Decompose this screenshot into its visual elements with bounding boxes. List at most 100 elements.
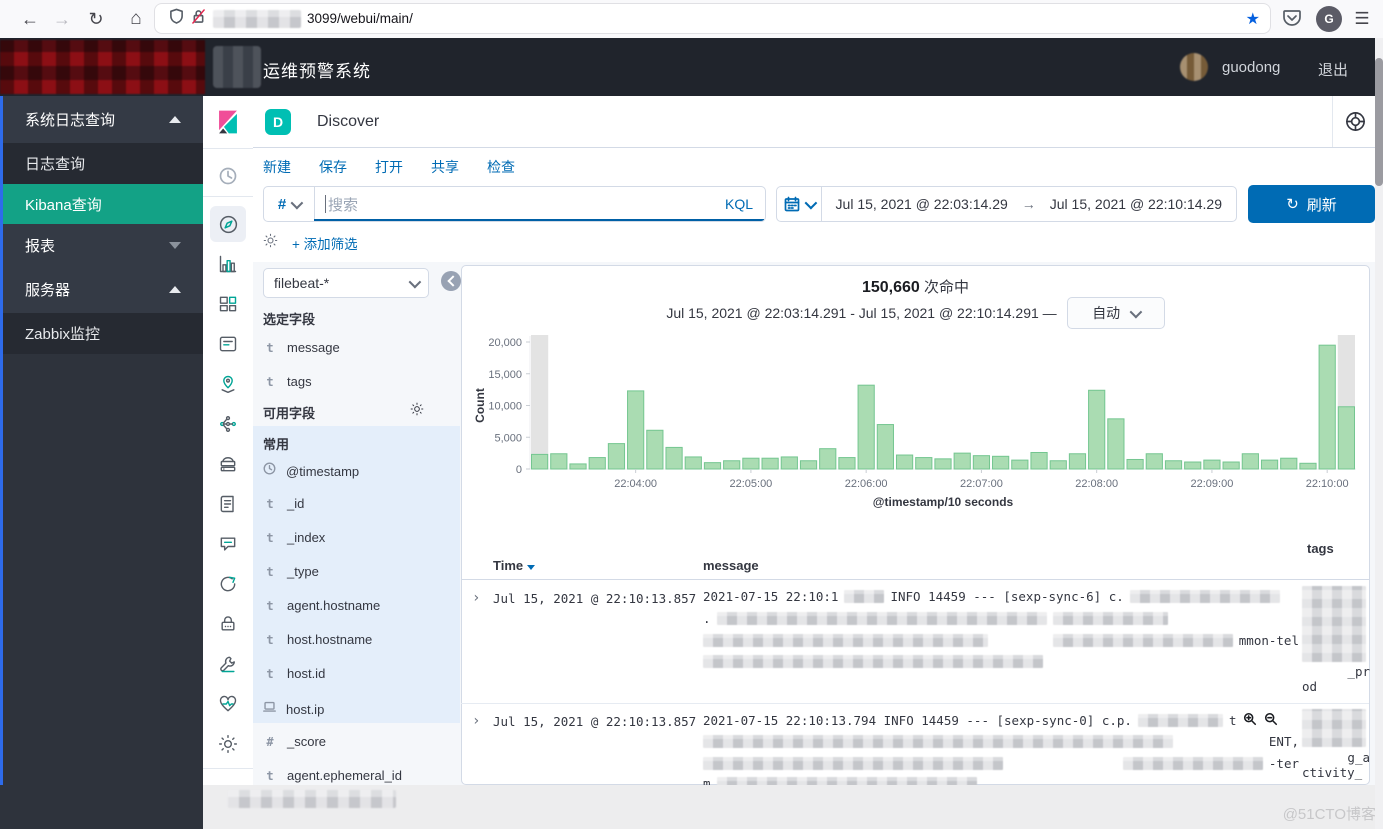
devtools-wrench-icon[interactable]: [210, 646, 246, 682]
field-type-badge: t: [263, 341, 277, 355]
field-item-message[interactable]: t message: [263, 340, 443, 355]
chart-range-text: Jul 15, 2021 @ 22:03:14.291 - Jul 15, 20…: [666, 305, 1056, 321]
browser-forward-button[interactable]: →: [48, 0, 76, 38]
svg-text:@timestamp/10 seconds: @timestamp/10 seconds: [873, 495, 1014, 509]
sidebar-item-reports-group[interactable]: 报表: [0, 224, 203, 266]
refresh-icon: ↻: [1286, 195, 1299, 213]
browser-menu-icon[interactable]: ☰: [1348, 0, 1376, 38]
field-item-agent-hostname[interactable]: t agent.hostname: [263, 598, 443, 613]
breadcrumb: Discover: [317, 113, 379, 131]
redacted-host: [213, 10, 301, 28]
time-range-end[interactable]: Jul 15, 2021 @ 22:10:14.29: [1036, 196, 1236, 212]
browser-urlbar[interactable]: 3099/webui/main/ ★: [155, 4, 1270, 33]
open-button[interactable]: 打开: [375, 157, 403, 177]
bookmark-star-icon[interactable]: ★: [1246, 9, 1260, 29]
tags-fragment: od: [1302, 679, 1370, 694]
row-message-line: -ter: [703, 756, 1299, 771]
new-button[interactable]: 新建: [263, 157, 291, 177]
sidebar-item-kibana-query[interactable]: Kibana查询: [0, 184, 203, 224]
sidebar-item-zabbix[interactable]: Zabbix监控: [0, 313, 203, 354]
discover-menu: 新建 保存 打开 共享 检查: [253, 148, 1375, 185]
field-item-index[interactable]: t _index: [263, 530, 443, 545]
discover-compass-icon[interactable]: [210, 206, 246, 242]
refresh-button[interactable]: ↻ 刷新: [1248, 185, 1375, 223]
index-pattern-select[interactable]: filebeat-*: [263, 268, 429, 298]
pocket-icon[interactable]: [1282, 8, 1302, 33]
header-username[interactable]: guodong: [1222, 59, 1280, 76]
machine-learning-icon[interactable]: [210, 406, 246, 442]
tracking-shield-icon[interactable]: [169, 8, 184, 29]
kql-button[interactable]: KQL: [713, 196, 765, 212]
share-button[interactable]: 共享: [431, 157, 459, 177]
field-item-score[interactable]: # _score: [263, 734, 443, 749]
field-item-timestamp[interactable]: @timestamp: [263, 462, 443, 480]
help-icon[interactable]: [1344, 110, 1367, 138]
field-item-tags[interactable]: t tags: [263, 374, 443, 389]
uptime-icon[interactable]: [210, 566, 246, 602]
browser-back-button[interactable]: ←: [16, 0, 44, 38]
row-time: Jul 15, 2021 @ 22:10:13.857: [493, 591, 696, 606]
add-filter-button[interactable]: + 添加筛选: [292, 233, 358, 253]
chevron-down-icon: [804, 196, 817, 209]
text-cursor: [325, 195, 326, 213]
canvas-icon[interactable]: [210, 326, 246, 362]
collapse-sidebar-button[interactable]: [441, 271, 461, 291]
sidebar-item-log-query[interactable]: 日志查询: [0, 143, 203, 184]
field-name: host.ip: [286, 702, 324, 717]
dashboard-icon[interactable]: [210, 286, 246, 322]
siem-lock-icon[interactable]: [210, 606, 246, 642]
sidebar-item-syslog-group[interactable]: 系统日志查询: [0, 96, 203, 143]
maps-icon[interactable]: [210, 366, 246, 402]
logout-button[interactable]: 退出: [1318, 59, 1348, 80]
management-gear-icon[interactable]: [210, 726, 246, 762]
message-fragment: mmon-tel: [1239, 633, 1299, 648]
histogram-chart[interactable]: 05,00010,00015,00020,00022:04:0022:05:00…: [470, 334, 1362, 512]
calendar-dropdown[interactable]: [777, 187, 822, 221]
filter-gear-icon[interactable]: [263, 233, 278, 253]
metrics-icon[interactable]: [210, 446, 246, 482]
filter-out-value-icon[interactable]: [1264, 712, 1278, 729]
field-name: agent.hostname: [287, 598, 380, 613]
logs-icon[interactable]: [210, 486, 246, 522]
expand-row-chevron[interactable]: ›: [472, 713, 480, 729]
stack-monitoring-icon[interactable]: [210, 686, 246, 722]
search-input[interactable]: 搜索: [315, 187, 713, 221]
field-name: _index: [287, 530, 325, 545]
app-sidebar: 系统日志查询 日志查询 Kibana查询 报表 服务器 Zabbix监控: [0, 96, 203, 829]
field-item-host-ip[interactable]: host.ip: [263, 700, 443, 718]
interval-select[interactable]: 自动: [1067, 297, 1165, 329]
popular-fields-header: 常用: [263, 434, 289, 453]
column-header-message[interactable]: message: [703, 558, 759, 573]
sidebar-bottom: [0, 785, 203, 829]
visualize-icon[interactable]: [210, 246, 246, 282]
filter-for-value-icon[interactable]: [1243, 712, 1257, 729]
user-avatar[interactable]: [1180, 53, 1208, 81]
inspect-button[interactable]: 检查: [487, 157, 515, 177]
save-button[interactable]: 保存: [319, 157, 347, 177]
field-item-type[interactable]: t _type: [263, 564, 443, 579]
field-name: _score: [287, 734, 326, 749]
field-item-agent-ephemeral-id[interactable]: t agent.ephemeral_id: [263, 768, 443, 783]
apm-icon[interactable]: [210, 526, 246, 562]
time-range-start[interactable]: Jul 15, 2021 @ 22:03:14.29: [822, 196, 1022, 212]
sidebar-item-servers-group[interactable]: 服务器: [0, 266, 203, 313]
recent-items-icon[interactable]: [210, 158, 246, 194]
interval-label: 自动: [1092, 303, 1120, 323]
browser-reload-button[interactable]: ↻: [82, 0, 110, 38]
field-item-host-hostname[interactable]: t host.hostname: [263, 632, 443, 647]
filter-set-dropdown[interactable]: #: [264, 187, 315, 221]
field-item-host-id[interactable]: t host.id: [263, 666, 443, 681]
browser-account-avatar[interactable]: G: [1316, 6, 1342, 32]
tags-fragment: ctivity_: [1302, 765, 1370, 780]
kibana-logo[interactable]: [210, 104, 246, 140]
column-header-time[interactable]: Time: [493, 558, 535, 573]
insecure-lock-icon[interactable]: [192, 9, 205, 29]
column-header-tags[interactable]: tags: [1307, 541, 1334, 556]
expand-row-chevron[interactable]: ›: [472, 590, 480, 606]
site-watermark: @51CTO博客: [1283, 803, 1376, 824]
field-item-id[interactable]: t _id: [263, 496, 443, 511]
svg-text:22:09:00: 22:09:00: [1191, 478, 1234, 490]
browser-home-button[interactable]: ⌂: [122, 0, 150, 38]
field-settings-gear-icon[interactable]: [410, 402, 424, 421]
scrollbar-thumb[interactable]: [1375, 58, 1383, 186]
